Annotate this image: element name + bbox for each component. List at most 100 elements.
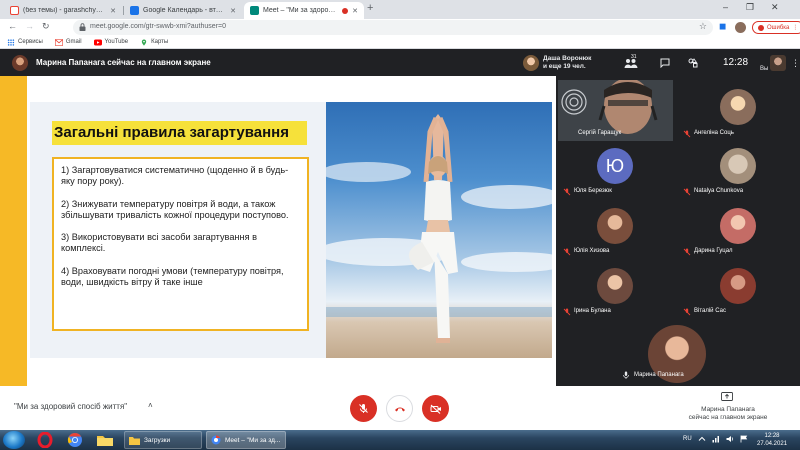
bookmark-youtube[interactable]: YouTube [93, 39, 129, 46]
tray-expand-icon[interactable] [698, 435, 706, 443]
participant-grid: Сергій Гаращук Ангеліна Соць Ю Юля Берез… [556, 76, 800, 386]
slide-title: Загальні правила загартування [54, 124, 289, 141]
bookmark-label: Gmail [65, 39, 82, 45]
bookmark-maps[interactable]: Карты [140, 38, 169, 46]
participants-summary: Даша Воронюк и еще 19 чел. [543, 55, 591, 71]
file-explorer-icon[interactable] [94, 432, 116, 448]
error-avatar-icon [758, 24, 764, 31]
bookmark-gmail[interactable]: Gmail [54, 38, 82, 46]
bookmark-label: Карты [151, 39, 169, 45]
presenter-title: Марина Папанага сейчас на главном экране [36, 58, 211, 67]
meet-header: Марина Папанага сейчас на главном экране… [0, 50, 800, 76]
windows-taskbar: Загрузки Meet – "Ми за зд... RU 12:28 27… [0, 430, 800, 450]
recording-dot-icon [342, 7, 349, 14]
taskbar-window-downloads[interactable]: Загрузки [124, 431, 202, 449]
participant-avatar [597, 208, 633, 244]
meeting-name[interactable]: "Ми за здоровий спосіб життя" [14, 402, 127, 411]
tab-calendar-label: Google Календарь - вторник, 27 [143, 7, 226, 14]
participant-avatar [720, 148, 756, 184]
meeting-controls-bar: "Ми за здоровий спосіб життя" ˄ Марина П… [0, 386, 800, 430]
profile-avatar[interactable] [735, 22, 746, 33]
participant-tile[interactable]: Віталій Сас [678, 264, 798, 320]
keyboard-language[interactable]: RU [683, 436, 692, 442]
tab-calendar[interactable]: Google Календарь - вторник, 27 ✕ [124, 2, 242, 19]
participant-name: Дарина Гуцал [694, 248, 733, 254]
close-window-icon[interactable]: ✕ [771, 2, 779, 13]
new-tab-button[interactable]: + [367, 2, 373, 14]
participant-avatar [597, 268, 633, 304]
bookmark-star-icon[interactable]: ☆ [699, 21, 707, 32]
participant-tile[interactable]: Ангеліна Соць [678, 80, 798, 141]
folder-icon [129, 436, 140, 445]
close-icon[interactable]: ✕ [352, 7, 358, 15]
participant-name: Віталій Сас [694, 308, 726, 314]
self-label: Вы [760, 66, 769, 72]
start-button[interactable] [3, 431, 25, 449]
more-vert-icon: ⋮ [792, 25, 799, 31]
tab-strip: (без темы) - garashchyksergi@gm ✕ Google… [0, 0, 800, 19]
bookmark-apps[interactable]: Сервисы [7, 38, 43, 46]
participant-name: Юлія Хизова [574, 248, 610, 254]
lock-icon [79, 23, 86, 31]
participant-name: Сергій Гаращук [578, 130, 622, 136]
back-icon[interactable]: ← [8, 21, 17, 31]
participant-tile[interactable]: Natalya Chunkova [678, 144, 798, 200]
mic-off-icon [563, 308, 571, 316]
bookmark-label: Сервисы [18, 39, 43, 45]
bookmark-label: YouTube [104, 39, 129, 45]
browser-toolbar: ← → ↻ meet.google.com/gtr-swwb-xmi?authu… [0, 19, 800, 36]
taskbar-window-meet[interactable]: Meet – "Ми за зд... [206, 431, 286, 449]
close-icon[interactable]: ✕ [110, 7, 116, 15]
tab-meet[interactable]: Meet – "Ми за здоровий сп ✕ [244, 2, 364, 19]
participant-name: Natalya Chunkova [694, 188, 744, 194]
presenter-status: Марина Папанага сейчас на главном экране [688, 406, 768, 422]
participant-tile[interactable]: Ю Юля Березюк [558, 144, 673, 200]
error-label: Ошибка [767, 24, 790, 31]
participant-tile[interactable]: Юлія Хизова [558, 204, 673, 260]
presenter-avatar [12, 55, 28, 71]
maximize-icon[interactable]: ❐ [746, 2, 754, 13]
participant-tile[interactable]: Ірина Булана [558, 264, 673, 320]
chrome-icon[interactable] [64, 432, 86, 448]
hang-up-icon [394, 407, 405, 411]
participant-name: Ангеліна Соць [694, 130, 734, 136]
rule-item: 1) Загартовуватися систематично (щоденно… [61, 165, 289, 187]
self-video-thumbnail[interactable] [770, 55, 786, 71]
mic-toggle-button[interactable] [350, 395, 377, 422]
error-button[interactable]: Ошибка ⋮ [752, 21, 800, 34]
reload-icon[interactable]: ↻ [42, 21, 50, 32]
extension-icon[interactable]: ◼ [719, 21, 726, 32]
slide-accent-bar [0, 76, 27, 386]
tab-gmail[interactable]: (без темы) - garashchyksergi@gm ✕ [4, 2, 122, 19]
present-now-icon[interactable] [721, 392, 733, 402]
chat-icon[interactable] [660, 58, 670, 68]
flag-icon[interactable] [740, 435, 748, 443]
gmail-icon [54, 38, 63, 46]
opera-icon[interactable] [34, 432, 56, 448]
presenter-status-line1: Марина Папанага [701, 406, 755, 413]
network-icon[interactable] [712, 435, 720, 443]
participant-avatar [720, 208, 756, 244]
volume-icon[interactable] [726, 435, 734, 443]
yoga-figure-illustration [326, 114, 552, 343]
participant-name: Ірина Булана [574, 308, 611, 314]
activities-icon[interactable] [688, 58, 698, 68]
close-icon[interactable]: ✕ [230, 7, 236, 15]
leave-call-button[interactable] [386, 395, 413, 422]
participant-tile[interactable]: Сергій Гаращук [558, 80, 673, 141]
people-count: 31 [631, 54, 637, 60]
tab-gmail-label: (без темы) - garashchyksergi@gm [23, 7, 106, 14]
chevron-up-icon[interactable]: ˄ [148, 401, 153, 410]
system-clock[interactable]: 12:28 27.04.2021 [757, 432, 787, 448]
forward-icon[interactable]: → [25, 21, 34, 31]
participant-tile[interactable]: Дарина Гуцал [678, 204, 798, 260]
meeting-clock: 12:28 [723, 57, 749, 68]
minimize-icon[interactable]: – [723, 2, 728, 12]
participant-avatar [523, 55, 539, 71]
participant-tile[interactable]: Марина Папанага [618, 323, 738, 384]
camera-toggle-button[interactable] [422, 395, 449, 422]
url-text: meet.google.com/gtr-swwb-xmi?authuser=0 [90, 23, 226, 30]
more-options-icon[interactable]: ⋮ [791, 58, 800, 69]
mic-off-icon [683, 248, 691, 256]
address-bar[interactable]: meet.google.com/gtr-swwb-xmi?authuser=0 … [73, 20, 713, 35]
